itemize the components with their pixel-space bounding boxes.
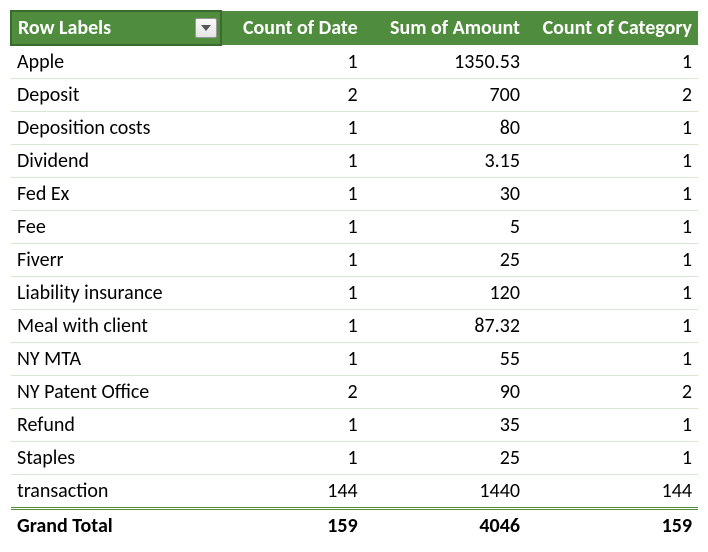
table-row: NY MTA1551 [11, 343, 698, 376]
row-count-category-cell[interactable]: 1 [526, 178, 698, 211]
row-count-category-cell[interactable]: 1 [526, 211, 698, 244]
table-row: transaction1441440144 [11, 475, 698, 509]
row-sum-amount-cell[interactable]: 3.15 [364, 145, 526, 178]
row-count-date-cell[interactable]: 1 [221, 211, 364, 244]
pivot-table: Row Labels Count of Date Sum of Amount C… [10, 10, 698, 542]
row-label-cell[interactable]: Fed Ex [11, 178, 221, 211]
row-sum-amount-cell[interactable]: 25 [364, 442, 526, 475]
row-label-cell[interactable]: NY MTA [11, 343, 221, 376]
grand-total-count-date[interactable]: 159 [221, 509, 364, 543]
row-label-cell[interactable]: NY Patent Office [11, 376, 221, 409]
row-sum-amount-cell[interactable]: 90 [364, 376, 526, 409]
table-row: Fiverr1251 [11, 244, 698, 277]
table-row: Liability insurance11201 [11, 277, 698, 310]
table-row: Deposit27002 [11, 79, 698, 112]
row-sum-amount-cell[interactable]: 30 [364, 178, 526, 211]
row-label-cell[interactable]: Apple [11, 45, 221, 79]
row-count-category-cell[interactable]: 1 [526, 409, 698, 442]
row-sum-amount-cell[interactable]: 1440 [364, 475, 526, 509]
row-count-date-cell[interactable]: 1 [221, 178, 364, 211]
table-row: Dividend13.151 [11, 145, 698, 178]
row-count-date-cell[interactable]: 1 [221, 310, 364, 343]
table-row: NY Patent Office2902 [11, 376, 698, 409]
table-row: Staples1251 [11, 442, 698, 475]
row-count-category-cell[interactable]: 1 [526, 45, 698, 79]
row-label-cell[interactable]: Staples [11, 442, 221, 475]
row-count-category-cell[interactable]: 1 [526, 244, 698, 277]
row-sum-amount-cell[interactable]: 120 [364, 277, 526, 310]
header-row: Row Labels Count of Date Sum of Amount C… [11, 11, 698, 45]
filter-dropdown-button[interactable] [195, 18, 217, 38]
row-label-cell[interactable]: transaction [11, 475, 221, 509]
row-count-date-cell[interactable]: 1 [221, 277, 364, 310]
row-sum-amount-cell[interactable]: 80 [364, 112, 526, 145]
table-row: Fee151 [11, 211, 698, 244]
row-count-date-cell[interactable]: 1 [221, 112, 364, 145]
row-count-date-cell[interactable]: 2 [221, 79, 364, 112]
row-sum-amount-cell[interactable]: 55 [364, 343, 526, 376]
row-label-cell[interactable]: Liability insurance [11, 277, 221, 310]
row-count-category-cell[interactable]: 1 [526, 277, 698, 310]
row-label-cell[interactable]: Fee [11, 211, 221, 244]
grand-total-sum-amount[interactable]: 4046 [364, 509, 526, 543]
header-row-labels[interactable]: Row Labels [11, 11, 221, 45]
row-count-date-cell[interactable]: 1 [221, 409, 364, 442]
row-label-cell[interactable]: Deposition costs [11, 112, 221, 145]
row-sum-amount-cell[interactable]: 1350.53 [364, 45, 526, 79]
row-count-category-cell[interactable]: 2 [526, 376, 698, 409]
chevron-down-icon [201, 25, 211, 31]
row-sum-amount-cell[interactable]: 5 [364, 211, 526, 244]
row-count-date-cell[interactable]: 1 [221, 343, 364, 376]
table-row: Refund1351 [11, 409, 698, 442]
row-count-category-cell[interactable]: 1 [526, 145, 698, 178]
grand-total-label[interactable]: Grand Total [11, 509, 221, 543]
row-count-category-cell[interactable]: 1 [526, 112, 698, 145]
row-count-date-cell[interactable]: 1 [221, 244, 364, 277]
row-sum-amount-cell[interactable]: 87.32 [364, 310, 526, 343]
table-row: Deposition costs1801 [11, 112, 698, 145]
header-count-date[interactable]: Count of Date [221, 11, 364, 45]
row-count-date-cell[interactable]: 1 [221, 442, 364, 475]
row-sum-amount-cell[interactable]: 35 [364, 409, 526, 442]
row-count-date-cell[interactable]: 1 [221, 145, 364, 178]
header-sum-amount[interactable]: Sum of Amount [364, 11, 526, 45]
row-count-category-cell[interactable]: 1 [526, 442, 698, 475]
row-sum-amount-cell[interactable]: 700 [364, 79, 526, 112]
row-count-date-cell[interactable]: 2 [221, 376, 364, 409]
row-count-category-cell[interactable]: 1 [526, 310, 698, 343]
grand-total-count-category[interactable]: 159 [526, 509, 698, 543]
row-label-cell[interactable]: Deposit [11, 79, 221, 112]
row-count-category-cell[interactable]: 2 [526, 79, 698, 112]
row-sum-amount-cell[interactable]: 25 [364, 244, 526, 277]
row-label-cell[interactable]: Refund [11, 409, 221, 442]
header-count-category[interactable]: Count of Category [526, 11, 698, 45]
table-row: Apple11350.531 [11, 45, 698, 79]
table-row: Meal with client187.321 [11, 310, 698, 343]
row-label-cell[interactable]: Fiverr [11, 244, 221, 277]
row-count-category-cell[interactable]: 144 [526, 475, 698, 509]
row-count-date-cell[interactable]: 144 [221, 475, 364, 509]
grand-total-row: Grand Total 159 4046 159 [11, 509, 698, 543]
row-label-cell[interactable]: Dividend [11, 145, 221, 178]
row-label-cell[interactable]: Meal with client [11, 310, 221, 343]
row-count-date-cell[interactable]: 1 [221, 45, 364, 79]
row-count-category-cell[interactable]: 1 [526, 343, 698, 376]
table-row: Fed Ex1301 [11, 178, 698, 211]
row-labels-text: Row Labels [18, 16, 111, 40]
